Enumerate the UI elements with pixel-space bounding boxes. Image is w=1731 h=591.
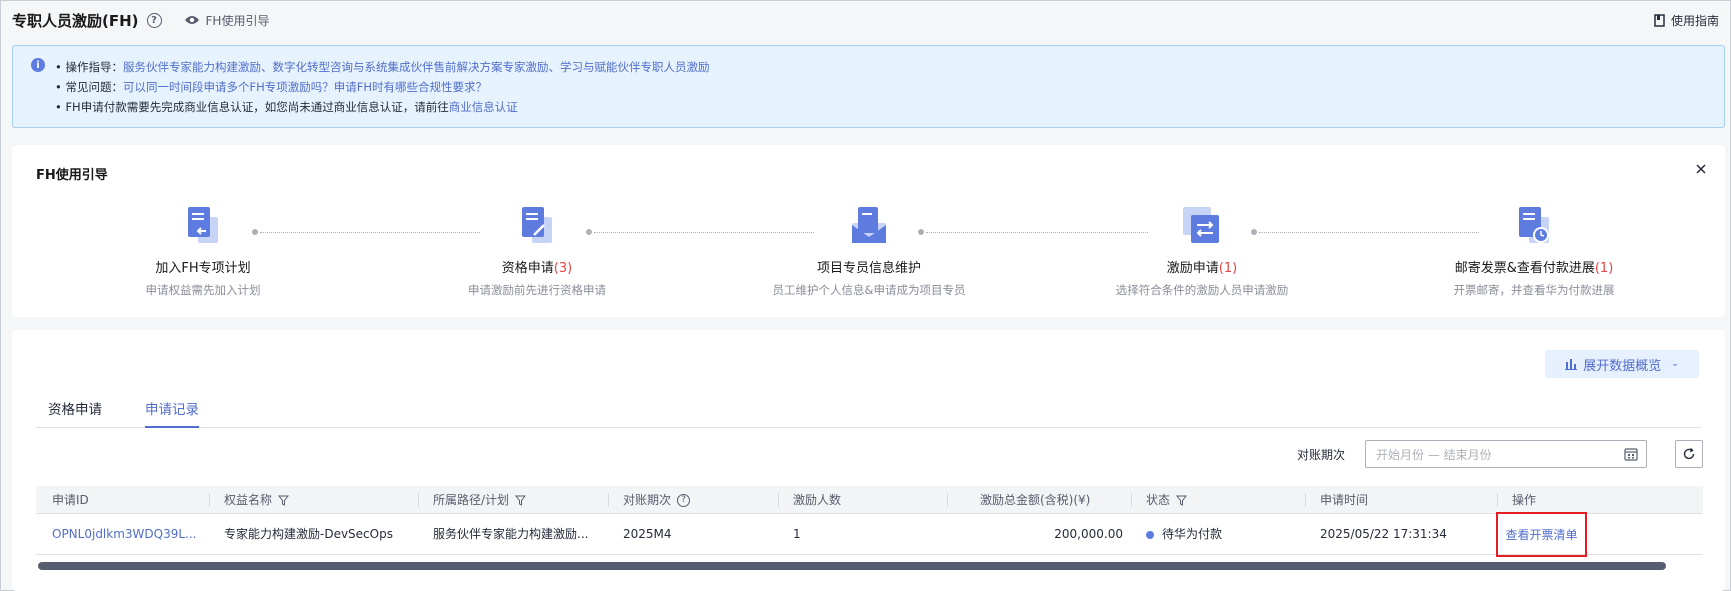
column-header-path: 所属路径/计划 [433, 486, 527, 514]
invoice-progress-icon [1519, 207, 1549, 243]
column-header-time: 申请时间 [1320, 493, 1369, 507]
help-icon[interactable]: ? [146, 12, 162, 28]
tab-records[interactable]: 申请记录 [145, 400, 199, 428]
step-label: 资格申请(3) [501, 261, 573, 276]
notice-faq-link[interactable]: 可以同一时间段申请多个FH专项激励吗？申请FH时有哪些合规性要求？ [123, 80, 487, 94]
join-plan-icon [188, 207, 218, 243]
refresh-button[interactable] [1675, 440, 1703, 468]
guide-step-incentive-apply[interactable]: 激励申请(1) 选择符合条件的激励人员申请激励 [1072, 203, 1332, 298]
records-table: 申请ID 权益名称 所属路径/计划 对账期次 ? 激励人数 激励总金额(含税)(… [36, 486, 1703, 557]
overview-button-label: 展开数据概览 [1583, 358, 1662, 374]
filter-icon[interactable] [1176, 495, 1188, 506]
notice-line-faq: • 常见问题：可以同一时间段申请多个FH专项激励吗？申请FH时有哪些合规性要求？ [55, 78, 487, 96]
bar-chart-icon [1565, 359, 1578, 370]
filter-icon[interactable] [515, 495, 527, 506]
help-icon[interactable]: ? [677, 493, 691, 507]
cell-amount: 200,000.00 [1054, 527, 1123, 541]
tab-qualification[interactable]: 资格申请 [48, 400, 102, 428]
page-title: 专职人员激励(FH) [12, 11, 139, 30]
step-label: 项目专员信息维护 [816, 261, 921, 276]
column-header-id: 申请ID [52, 493, 89, 507]
view-invoice-list-link[interactable]: 查看开票清单 [1496, 512, 1587, 557]
column-divider [418, 493, 419, 507]
notice-banner: i • 操作指导：服务伙伴专家能力构建激励、数字化转型咨询与系统集成伙伴售前解决… [12, 45, 1725, 128]
cell-benefit: 专家能力构建激励-DevSecOps [224, 527, 393, 541]
eye-icon [184, 16, 199, 24]
fh-guide-link[interactable]: FH使用引导 [184, 12, 270, 29]
column-divider [1305, 493, 1306, 507]
qualification-icon [522, 207, 552, 243]
step-desc: 选择符合条件的激励人员申请激励 [1115, 283, 1289, 297]
period-range-input[interactable]: 开始月份 — 结束月份 [1365, 440, 1647, 468]
usage-guide-label: 使用指南 [1670, 13, 1719, 28]
step-desc: 申请激励前先进行资格申请 [468, 283, 606, 297]
guide-title: FH使用引导 [36, 168, 108, 183]
step-desc: 员工维护个人信息&申请成为项目专员 [772, 283, 966, 297]
guide-step-join-plan[interactable]: 加入FH专项计划 申请权益需先加入计划 [73, 203, 333, 298]
cell-count: 1 [793, 527, 801, 541]
step-label: 加入FH专项计划 [155, 261, 251, 276]
cell-period: 2025M4 [623, 527, 672, 541]
status-text: 待华为付款 [1162, 527, 1223, 541]
column-header-benefit: 权益名称 [224, 486, 290, 514]
tab-bar: 资格申请 申请记录 [36, 400, 1701, 428]
cell-path: 服务伙伴专家能力构建激励... [433, 527, 589, 541]
column-divider [947, 493, 948, 507]
column-header-action: 操作 [1512, 493, 1537, 507]
notice-guide-link[interactable]: 服务伙伴专家能力构建激励、数字化转型咨询与系统集成伙伴售前解决方案专家激励、学习… [123, 60, 710, 74]
column-header-amount: 激励总金额(含税)(¥) [980, 493, 1091, 507]
column-divider [1497, 493, 1498, 507]
guide-step-info-maintenance[interactable]: 项目专员信息维护 员工维护个人信息&申请成为项目专员 [739, 203, 999, 298]
book-icon [1654, 13, 1665, 27]
cell-status: 待华为付款 [1146, 514, 1222, 555]
refresh-icon [1683, 447, 1695, 460]
table-header: 申请ID 权益名称 所属路径/计划 对账期次 ? 激励人数 激励总金额(含税)(… [36, 486, 1703, 514]
column-divider [1131, 493, 1132, 507]
expand-overview-button[interactable]: 展开数据概览 ⌄ [1545, 350, 1699, 378]
notice-prefix: • 操作指导： [55, 60, 123, 74]
application-id-link[interactable]: OPNL0jdlkm3WDQ39L... [52, 514, 197, 555]
info-maintenance-icon [852, 207, 886, 243]
period-range-placeholder: 开始月份 — 结束月份 [1376, 447, 1492, 462]
records-card: 展开数据概览 ⌄ 资格申请 申请记录 对账期次 开始月份 — 结束月份 申请ID… [12, 330, 1725, 591]
notice-line-auth: • FH申请付款需要先完成商业信息认证，如您尚未通过商业信息认证，请前往商业信息… [55, 98, 518, 116]
fh-guide-link-label: FH使用引导 [205, 13, 270, 28]
period-filter-label: 对账期次 [1297, 448, 1346, 462]
column-header-status: 状态 [1146, 486, 1188, 514]
column-header-count: 激励人数 [793, 493, 842, 507]
notice-prefix: • FH申请付款需要先完成商业信息认证，如您尚未通过商业信息认证，请前往 [55, 100, 449, 114]
column-divider [778, 493, 779, 507]
step-desc: 开票邮寄，并查看华为付款进展 [1453, 283, 1615, 297]
table-row: OPNL0jdlkm3WDQ39L... 专家能力构建激励-DevSecOps … [36, 512, 1703, 557]
notice-prefix: • 常见问题： [55, 80, 123, 94]
info-icon: i [31, 58, 45, 72]
step-label: 激励申请(1) [1166, 261, 1238, 276]
incentive-apply-icon [1183, 207, 1219, 243]
close-icon[interactable] [1693, 161, 1709, 177]
chevron-down-icon: ⌄ [1671, 359, 1679, 369]
guide-card: FH使用引导 加入FH专项计划 申请权益需先加入计划 资格申请(3) 申请激励前… [12, 145, 1725, 317]
column-header-period: 对账期次 ? [623, 486, 691, 514]
notice-auth-link[interactable]: 商业信息认证 [449, 100, 518, 114]
guide-step-qualification[interactable]: 资格申请(3) 申请激励前先进行资格申请 [407, 203, 667, 298]
notice-line-guide: • 操作指导：服务伙伴专家能力构建激励、数字化转型咨询与系统集成伙伴售前解决方案… [55, 58, 709, 76]
column-divider [209, 493, 210, 507]
horizontal-scrollbar[interactable] [38, 562, 1666, 570]
step-desc: 申请权益需先加入计划 [145, 283, 261, 297]
usage-guide-link[interactable]: 使用指南 [1654, 12, 1719, 29]
column-divider [608, 493, 609, 507]
status-dot [1146, 530, 1154, 539]
page-header: 专职人员激励(FH) ? FH使用引导 使用指南 [12, 6, 1719, 34]
guide-step-invoice-progress[interactable]: 邮寄发票&查看付款进展(1) 开票邮寄，并查看华为付款进展 [1404, 203, 1664, 298]
filter-icon[interactable] [278, 495, 290, 506]
step-label: 邮寄发票&查看付款进展(1) [1454, 261, 1614, 276]
cell-time: 2025/05/22 17:31:34 [1320, 527, 1447, 541]
calendar-icon[interactable] [1624, 447, 1638, 461]
